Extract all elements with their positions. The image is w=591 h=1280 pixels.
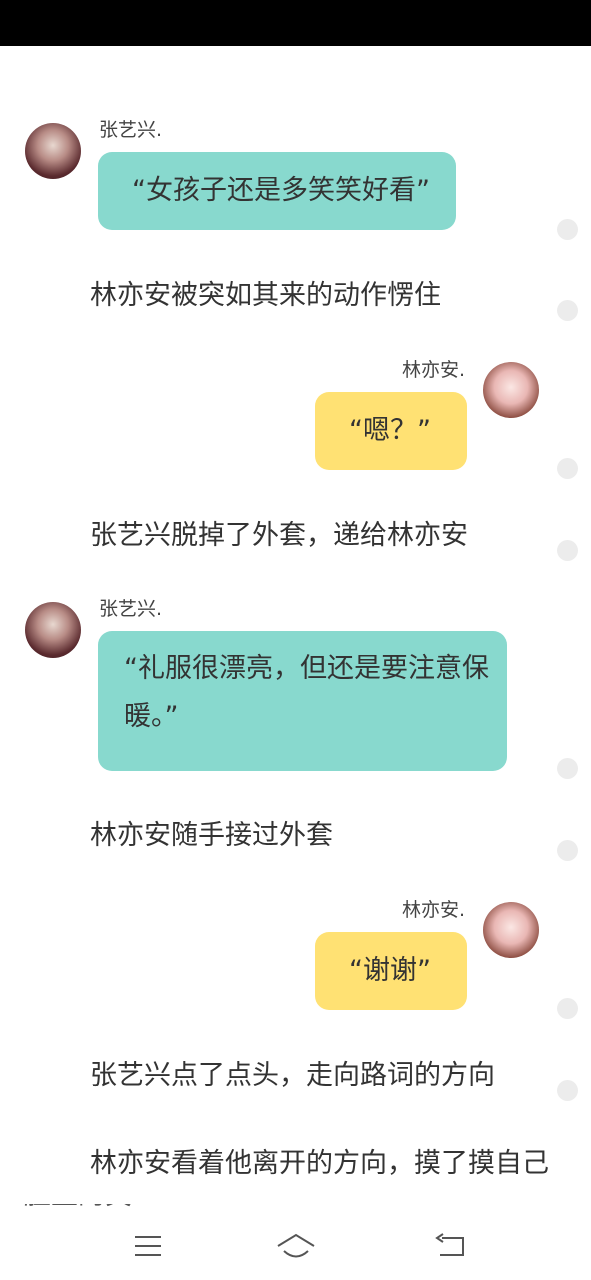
narration-text: 张艺兴脱掉了外套，递给林亦安: [90, 520, 468, 551]
narration-text: 林亦安看着他离开的方向，摸了摸自己: [90, 1148, 549, 1179]
message-text-line: “礼服很漂亮，但还是要注意保: [124, 653, 489, 684]
message-bubble[interactable]: “礼服很漂亮，但还是要注意保 暖。”: [98, 631, 507, 771]
home-button[interactable]: [276, 1226, 316, 1266]
avatar[interactable]: [25, 123, 81, 179]
page-indicator-dot: [557, 300, 578, 321]
message-bubble[interactable]: “谢谢”: [315, 932, 467, 1010]
sender-name: 张艺兴.: [99, 119, 163, 141]
avatar[interactable]: [25, 602, 81, 658]
message-text: “谢谢”: [349, 955, 431, 986]
message-text: “嗯？”: [349, 415, 431, 446]
message-bubble[interactable]: “嗯？”: [315, 392, 467, 470]
narration-text: 林亦安被突如其来的动作愣住: [90, 280, 441, 311]
menu-button[interactable]: [128, 1226, 168, 1266]
sender-name: 林亦安.: [402, 359, 466, 381]
avatar[interactable]: [483, 902, 539, 958]
menu-icon: [135, 1236, 161, 1256]
page-indicator-dot: [557, 1080, 578, 1101]
sender-name: 林亦安.: [402, 899, 466, 921]
page-indicator-dot: [557, 998, 578, 1019]
back-icon: [435, 1233, 464, 1256]
status-bar: [0, 0, 591, 46]
narration-text: 林亦安随手接过外套: [90, 820, 333, 851]
page-indicator-dot: [557, 458, 578, 479]
page-indicator-dot: [557, 840, 578, 861]
back-button[interactable]: [430, 1226, 470, 1266]
narration-text: 张艺兴点了点头，走向路词的方向: [90, 1060, 495, 1091]
message-text: “女孩子还是多笑笑好看”: [132, 175, 430, 206]
page-indicator-dot: [557, 758, 578, 779]
sender-name: 张艺兴.: [99, 598, 163, 620]
message-text-line: 暖。”: [124, 701, 179, 732]
message-bubble[interactable]: “女孩子还是多笑笑好看”: [98, 152, 456, 230]
navigation-bar: [0, 1212, 591, 1280]
page-indicator-dot: [557, 219, 578, 240]
page-indicator-dot: [557, 540, 578, 561]
home-icon: [277, 1233, 315, 1258]
avatar[interactable]: [483, 362, 539, 418]
